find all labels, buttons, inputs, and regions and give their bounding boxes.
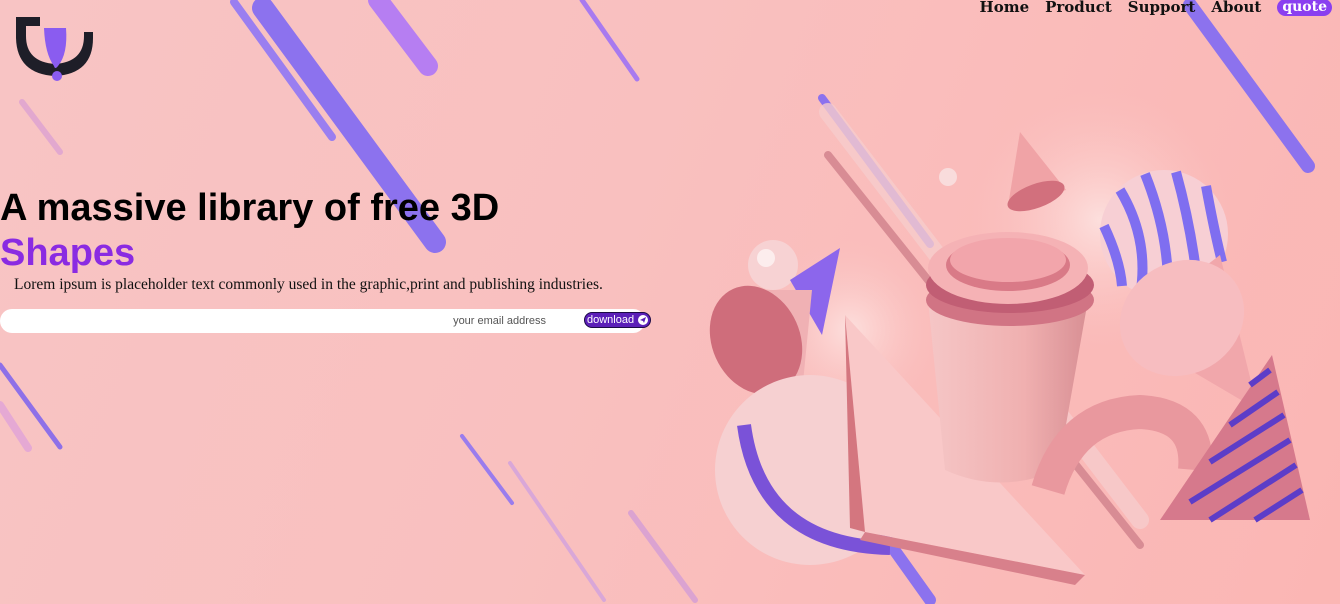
download-button[interactable]: download bbox=[584, 312, 652, 328]
hero-title: A massive library of free 3D bbox=[0, 187, 500, 229]
send-icon bbox=[638, 315, 649, 325]
nav-support[interactable]: Support bbox=[1128, 0, 1196, 16]
brand-logo[interactable] bbox=[14, 14, 96, 84]
quote-button[interactable]: quote bbox=[1277, 0, 1332, 16]
nav-home[interactable]: Home bbox=[980, 0, 1030, 16]
email-signup-form: download bbox=[0, 309, 652, 333]
email-input[interactable] bbox=[8, 311, 573, 331]
background-illustration bbox=[0, 0, 1315, 604]
hero-accent: Shapes bbox=[0, 232, 136, 274]
nav-about[interactable]: About bbox=[1211, 0, 1261, 16]
nav-product[interactable]: Product bbox=[1045, 0, 1112, 16]
main-nav: Home Product Support About quote bbox=[980, 0, 1332, 16]
hero-description: Lorem ipsum is placeholder text commonly… bbox=[14, 276, 603, 293]
download-button-label: download bbox=[587, 314, 635, 326]
